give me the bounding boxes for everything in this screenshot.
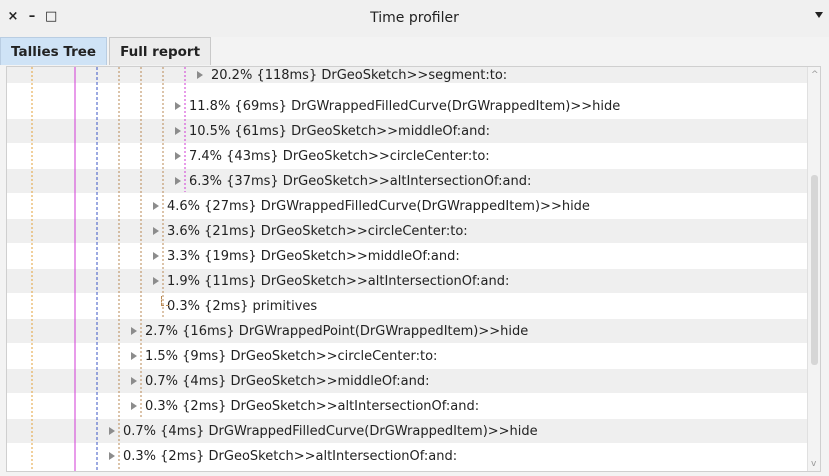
window-menu-icon[interactable] — [815, 12, 823, 18]
window-titlebar: × – □ Time profiler — [0, 0, 829, 37]
expand-triangle-icon[interactable] — [153, 277, 159, 285]
leaf-connector — [161, 296, 169, 306]
tree-row-label: 20.2% {118ms} DrGeoSketch>>segment:to: — [211, 67, 508, 83]
expand-triangle-icon[interactable] — [153, 227, 159, 235]
scroll-down-icon[interactable]: v — [811, 460, 816, 469]
expand-triangle-icon[interactable] — [197, 71, 203, 79]
expand-triangle-icon[interactable] — [153, 202, 159, 210]
tree-row-label: 0.3% {2ms} DrGeoSketch>>altIntersectionO… — [123, 448, 458, 464]
expand-triangle-icon[interactable] — [109, 452, 115, 460]
tree-row-label: 3.3% {19ms} DrGeoSketch>>middleOf:and: — [167, 248, 460, 264]
tree-row[interactable]: 0.3% {2ms} DrGeoSketch>>altIntersectionO… — [7, 394, 809, 418]
tree-row[interactable]: 4.6% {27ms} DrGWrappedFilledCurve(DrGWra… — [7, 194, 809, 218]
expand-triangle-icon[interactable] — [131, 352, 137, 360]
tree-row[interactable]: 20.2% {118ms} DrGeoSketch>>segment:to: — [7, 67, 809, 83]
tree-row-label: 0.3% {2ms} DrGeoSketch>>altIntersectionO… — [145, 398, 480, 414]
tree-row-label: 1.5% {9ms} DrGeoSketch>>circleCenter:to: — [145, 348, 438, 364]
tree-row[interactable]: 7.4% {43ms} DrGeoSketch>>circleCenter:to… — [7, 144, 809, 168]
expand-triangle-icon[interactable] — [175, 102, 181, 110]
tab-bar: Tallies Tree Full report — [0, 37, 212, 65]
tree-row[interactable]: 1.5% {9ms} DrGeoSketch>>circleCenter:to: — [7, 344, 809, 368]
tab-tallies-tree[interactable]: Tallies Tree — [0, 37, 108, 65]
tree-row[interactable]: 2.7% {16ms} DrGWrappedPoint(DrGWrappedIt… — [7, 319, 809, 343]
tree-row-label: 7.4% {43ms} DrGeoSketch>>circleCenter:to… — [189, 148, 490, 164]
tab-full-report[interactable]: Full report — [109, 37, 212, 65]
window-title: Time profiler — [370, 10, 459, 26]
tree-row-label: 2.7% {16ms} DrGWrappedPoint(DrGWrappedIt… — [145, 323, 529, 339]
tree-row[interactable]: 1.9% {11ms} DrGeoSketch>>altIntersection… — [7, 269, 809, 293]
expand-triangle-icon[interactable] — [131, 327, 137, 335]
tree-row-label: 1.9% {11ms} DrGeoSketch>>altIntersection… — [167, 273, 510, 289]
expand-triangle-icon[interactable] — [153, 252, 159, 260]
tree-row-label: 11.8% {69ms} DrGWrappedFilledCurve(DrGWr… — [189, 98, 621, 114]
tree-row-label: 3.6% {21ms} DrGeoSketch>>circleCenter:to… — [167, 223, 468, 239]
scroll-thumb[interactable] — [811, 175, 818, 365]
expand-triangle-icon[interactable] — [131, 402, 137, 410]
tree-row[interactable]: 3.3% {19ms} DrGeoSketch>>middleOf:and: — [7, 244, 809, 268]
tallies-tree-panel[interactable]: 20.2% {118ms} DrGeoSketch>>segment:to: 11… — [6, 66, 821, 472]
tree-row[interactable]: 10.5% {61ms} DrGeoSketch>>middleOf:and: — [7, 119, 809, 143]
vertical-scrollbar[interactable]: ^ v — [807, 67, 820, 471]
expand-triangle-icon[interactable] — [109, 427, 115, 435]
tree-row[interactable]: 6.3% {37ms} DrGeoSketch>>altIntersection… — [7, 169, 809, 193]
tree-row[interactable]: 0.7% {4ms} DrGeoSketch>>middleOf:and: — [7, 369, 809, 393]
expand-triangle-icon[interactable] — [131, 377, 137, 385]
tree-row[interactable]: 3.6% {21ms} DrGeoSketch>>circleCenter:to… — [7, 219, 809, 243]
tree-row-label: 6.3% {37ms} DrGeoSketch>>altIntersection… — [189, 173, 532, 189]
expand-triangle-icon[interactable] — [175, 177, 181, 185]
tree-row[interactable]: 0.7% {4ms} DrGWrappedFilledCurve(DrGWrap… — [7, 419, 809, 443]
tree-row-label: 4.6% {27ms} DrGWrappedFilledCurve(DrGWra… — [167, 198, 590, 214]
tree-row[interactable]: 0.3% {2ms} primitives — [7, 294, 809, 318]
tree-row[interactable]: 11.8% {69ms} DrGWrappedFilledCurve(DrGWr… — [7, 94, 809, 118]
tree-row-label: 10.5% {61ms} DrGeoSketch>>middleOf:and: — [189, 123, 490, 139]
scroll-up-icon[interactable]: ^ — [811, 71, 819, 80]
expand-triangle-icon[interactable] — [175, 127, 181, 135]
expand-triangle-icon[interactable] — [175, 152, 181, 160]
tree-row-label: 0.3% {2ms} primitives — [167, 298, 318, 314]
tree-row-label: 0.7% {4ms} DrGeoSketch>>middleOf:and: — [145, 373, 430, 389]
tree-row-label: 0.7% {4ms} DrGWrappedFilledCurve(DrGWrap… — [123, 423, 538, 439]
tree-row[interactable]: 0.3% {2ms} DrGeoSketch>>altIntersectionO… — [7, 444, 809, 468]
